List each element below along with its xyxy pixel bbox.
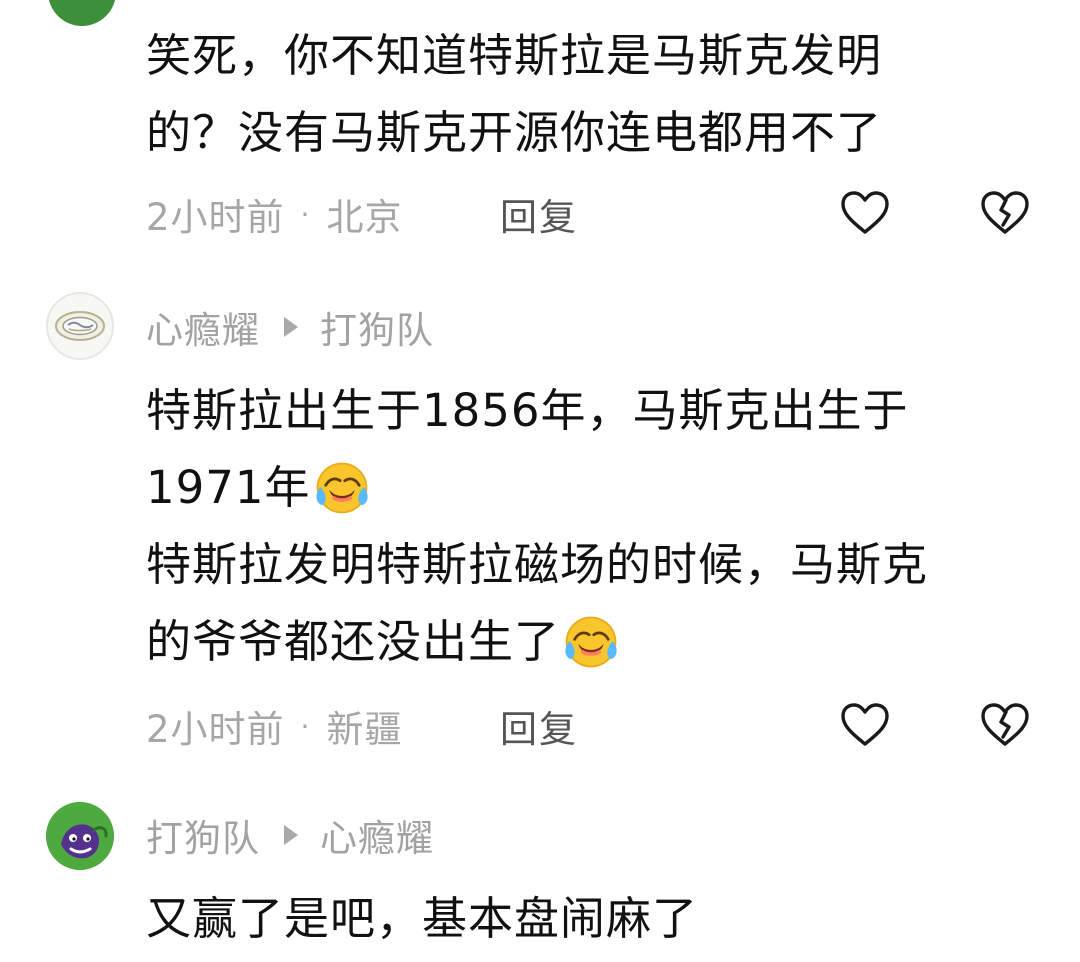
comment-location: 新疆	[326, 708, 403, 751]
dislike-button[interactable]	[976, 696, 1034, 754]
comment-time: 2小时前	[146, 708, 285, 751]
comment-text: 又赢了是吧，基本盘闹麻了	[146, 880, 1046, 957]
comment-line: 又赢了是吧，基本盘闹麻了	[146, 892, 699, 945]
avatar[interactable]	[46, 292, 114, 360]
heart-outline-icon	[841, 703, 889, 746]
comment-author-line: 心瘾耀 打狗队	[146, 302, 434, 352]
comment-meta: 2小时前 · 新疆	[146, 696, 402, 756]
like-button[interactable]	[836, 184, 894, 242]
comment-line: 的爷爷都还没出生了	[146, 603, 1046, 680]
comment-line: 1971年	[146, 449, 1046, 526]
heart-outline-icon	[841, 191, 889, 234]
comment-line: 特斯拉发明特斯拉磁场的时候，马斯克	[146, 538, 929, 591]
comment-meta: 2小时前 · 北京	[146, 184, 402, 244]
meta-separator: ·	[300, 709, 311, 743]
like-button[interactable]	[836, 696, 894, 754]
reply-button[interactable]: 回复	[500, 184, 578, 244]
comment-text: 笑死，你不知道特斯拉是马斯克发明 的？没有马斯克开源你连电都用不了	[146, 17, 1046, 171]
comment-text: 特斯拉出生于1856年，马斯克出生于 1971年 特斯拉发明特斯拉磁场的时候，马…	[146, 372, 1046, 680]
comment-line-text: 的爷爷都还没出生了	[146, 615, 561, 668]
reply-target-name[interactable]: 心瘾耀	[320, 808, 434, 862]
laughing-crying-emoji-icon	[565, 616, 617, 667]
comment-item: 笑死，你不知道特斯拉是马斯克发明 的？没有马斯克开源你连电都用不了 2小时前 ·…	[0, 0, 1080, 282]
comment-time: 2小时前	[146, 196, 285, 239]
reply-arrow-icon	[284, 317, 298, 337]
reply-arrow-icon	[284, 825, 298, 845]
avatar[interactable]	[48, 0, 116, 26]
comment-item: 打狗队 心瘾耀 又赢了是吧，基本盘闹麻了	[0, 782, 1080, 962]
comment-author-line: 打狗队 心瘾耀	[146, 810, 434, 860]
dislike-button[interactable]	[976, 184, 1034, 242]
comment-line: 笑死，你不知道特斯拉是马斯克发明	[146, 29, 883, 82]
comment-item: 心瘾耀 打狗队 特斯拉出生于1856年，马斯克出生于 1971年 特斯拉发明特斯…	[0, 282, 1080, 782]
comment-line: 特斯拉出生于1856年，马斯克出生于	[146, 384, 909, 437]
comment-line-text: 1971年	[146, 461, 311, 514]
author-name[interactable]: 心瘾耀	[146, 300, 260, 354]
reply-target-name[interactable]: 打狗队	[320, 300, 434, 354]
laughing-crying-emoji-icon	[315, 462, 368, 513]
broken-heart-icon	[981, 703, 1029, 746]
avatar[interactable]	[46, 802, 114, 870]
logo-avatar-icon	[55, 311, 105, 341]
meta-separator: ·	[300, 197, 311, 231]
author-name[interactable]: 打狗队	[146, 808, 260, 862]
character-avatar-icon	[46, 802, 114, 870]
comment-location: 北京	[326, 196, 403, 239]
comment-line: 的？没有马斯克开源你连电都用不了	[146, 106, 883, 159]
reply-button[interactable]: 回复	[500, 696, 578, 756]
broken-heart-icon	[981, 191, 1029, 234]
